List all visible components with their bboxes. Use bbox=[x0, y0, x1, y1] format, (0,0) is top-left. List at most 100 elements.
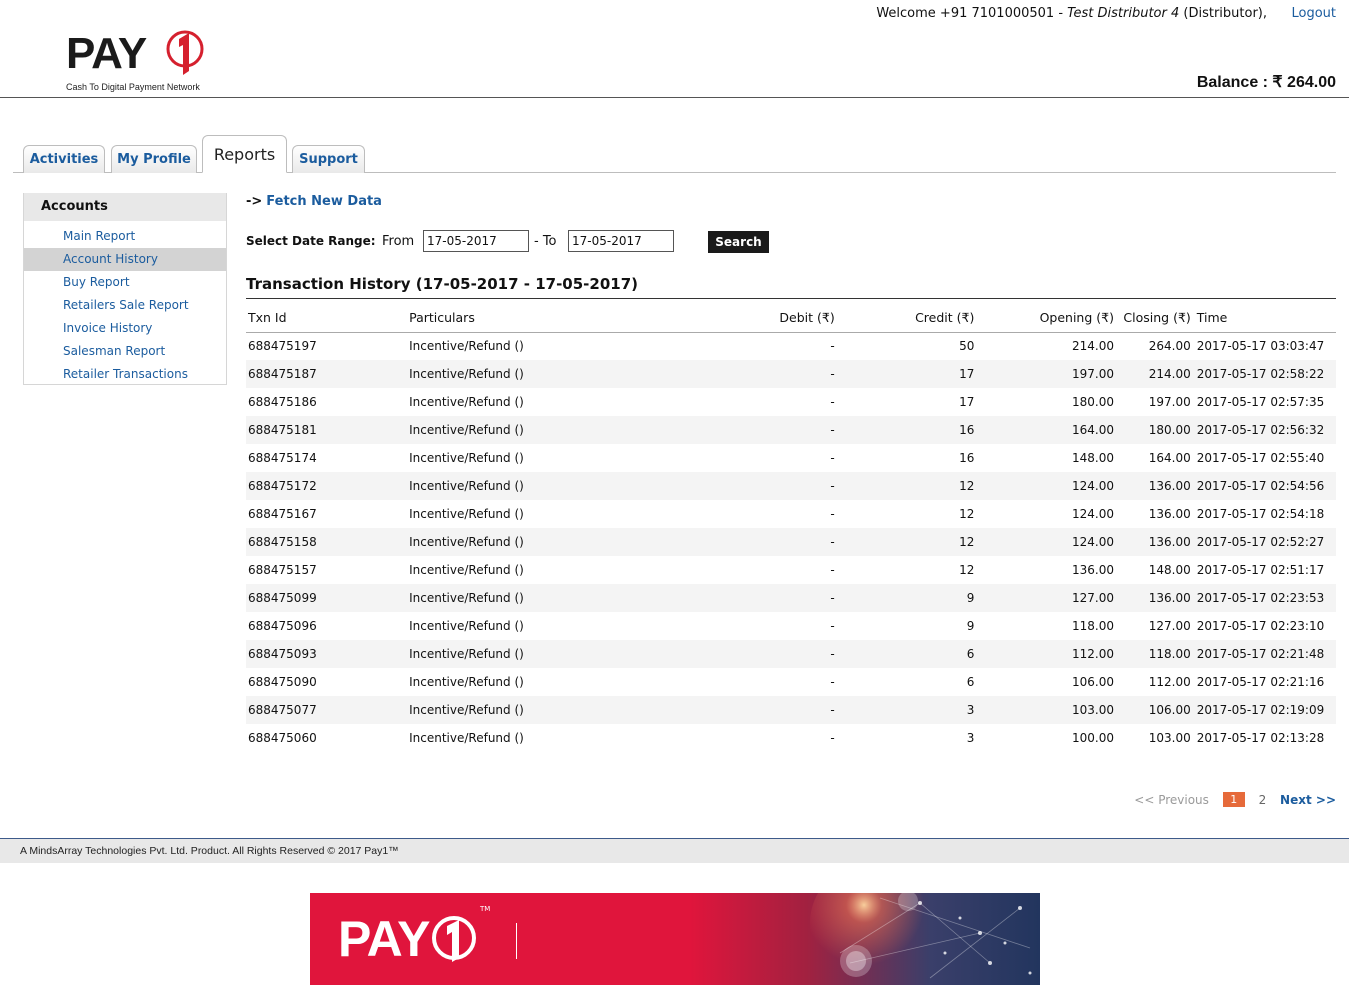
table-row: 688475167 Incentive/Refund () - 12 124.00 136… bbox=[246, 500, 1336, 528]
sidebar: Accounts Main Report Account History Buy… bbox=[23, 193, 227, 385]
cell-particulars: Incentive/Refund () bbox=[407, 640, 676, 668]
header: PAY Cash To Digital Payment Network Welc… bbox=[0, 0, 1349, 98]
table-title: Transaction History (17-05-2017 - 17-05-… bbox=[246, 275, 639, 293]
cell-debit: - bbox=[675, 472, 837, 500]
user-name: Test Distributor 4 bbox=[1067, 6, 1180, 21]
cell-time: 2017-05-17 02:13:28 bbox=[1196, 731, 1325, 745]
table-body: 688475197 Incentive/Refund () -50 214.00 264… bbox=[246, 332, 1336, 752]
cell-txn-id: 688475090 bbox=[248, 675, 317, 689]
promo-banner[interactable]: PAY TM bbox=[310, 893, 1040, 985]
cell-debit: - bbox=[675, 584, 837, 612]
pagination-previous: << Previous bbox=[1134, 792, 1209, 807]
cell-debit: - bbox=[830, 507, 835, 521]
cell-credit: 3 bbox=[966, 731, 975, 745]
cell-opening: 103.00 bbox=[976, 696, 1116, 724]
sidebar-item-retailer-transactions[interactable]: Retailer Transactions bbox=[24, 363, 226, 386]
cell-debit: - bbox=[830, 395, 835, 409]
cell-particulars: Incentive/Refund () bbox=[409, 619, 524, 633]
cell-closing: 127.00 bbox=[1148, 619, 1191, 633]
tab-support[interactable]: Support bbox=[292, 145, 365, 173]
table-row: 688475157 Incentive/Refund () - 12 136.00 148… bbox=[246, 556, 1336, 584]
cell-time: 2017-05-17 02:54:56 bbox=[1194, 472, 1336, 500]
cell-time: 2017-05-17 02:51:17 bbox=[1196, 563, 1325, 577]
cell-time: 2017-05-17 02:58:22 bbox=[1194, 360, 1336, 388]
banner-divider bbox=[516, 923, 517, 959]
col-time: Time bbox=[1194, 304, 1336, 333]
cell-credit: 16 bbox=[836, 416, 977, 444]
cell-txn-id: 688475077 bbox=[246, 696, 408, 724]
sidebar-heading: Accounts bbox=[24, 193, 226, 221]
date-range-form: Select Date Range: From - To Search bbox=[246, 230, 786, 254]
pay1-logo[interactable]: PAY Cash To Digital Payment Network bbox=[66, 24, 216, 96]
cell-closing: 136.00 bbox=[1148, 507, 1191, 521]
tab-reports[interactable]: Reports bbox=[202, 135, 287, 173]
cell-particulars: Incentive/Refund () bbox=[409, 451, 524, 465]
sidebar-item-buy-report[interactable]: Buy Report bbox=[24, 271, 226, 294]
fetch-new-data-link[interactable]: Fetch New Data bbox=[266, 194, 382, 209]
cell-closing: 103.00 bbox=[1148, 731, 1191, 745]
cell-closing: 180.00 bbox=[1115, 416, 1195, 444]
cell-opening: 124.00 bbox=[976, 528, 1116, 556]
cell-credit: 16 bbox=[959, 451, 975, 465]
sidebar-item-account-history[interactable]: Account History bbox=[24, 248, 226, 271]
table-title-divider bbox=[246, 298, 1336, 299]
cell-particulars: Incentive/Refund () bbox=[409, 339, 524, 354]
logo-one-icon bbox=[166, 30, 204, 75]
cell-time: 2017-05-17 02:23:53 bbox=[1194, 584, 1336, 612]
search-button[interactable]: Search bbox=[708, 231, 769, 253]
cell-time: 2017-05-17 02:23:10 bbox=[1196, 619, 1325, 633]
cell-txn-id: 688475186 bbox=[248, 395, 317, 409]
sidebar-item-invoice-history[interactable]: Invoice History bbox=[24, 317, 226, 340]
to-date-input[interactable] bbox=[568, 230, 674, 252]
cell-opening: 100.00 bbox=[1071, 731, 1114, 745]
cell-credit: 12 bbox=[959, 563, 975, 577]
table-row: 688475093 Incentive/Refund () -6 112.00 118.… bbox=[246, 640, 1336, 668]
cell-debit: - bbox=[830, 339, 835, 354]
to-label: - To bbox=[534, 234, 557, 249]
banner-logo-text: PAY bbox=[338, 913, 478, 965]
banner-tm: TM bbox=[480, 905, 491, 913]
cell-closing: 136.00 bbox=[1115, 584, 1195, 612]
main-tabs: Activities My Profile Reports Support bbox=[13, 134, 1336, 173]
cell-opening: 124.00 bbox=[976, 472, 1116, 500]
cell-closing: 197.00 bbox=[1148, 395, 1191, 409]
cell-txn-id: 688475093 bbox=[246, 640, 408, 668]
cell-credit: 9 bbox=[966, 619, 975, 633]
cell-txn-id: 688475167 bbox=[248, 507, 317, 521]
cell-txn-id: 688475181 bbox=[246, 416, 408, 444]
sidebar-item-salesman-report[interactable]: Salesman Report bbox=[24, 340, 226, 363]
col-debit: Debit (₹) bbox=[675, 304, 837, 333]
cell-credit: 50 bbox=[959, 339, 975, 354]
col-txn-id: Txn Id bbox=[246, 304, 408, 333]
logo-text: PAY bbox=[66, 29, 147, 78]
balance-display: Balance : ₹ 264.00 bbox=[1196, 74, 1336, 91]
from-label: From bbox=[382, 234, 415, 249]
pagination-page-2[interactable]: 2 bbox=[1259, 793, 1267, 807]
welcome-prefix: Welcome +91 7101000501 - bbox=[876, 6, 1068, 21]
pagination-next[interactable]: Next >> bbox=[1280, 793, 1336, 807]
cell-closing: 112.00 bbox=[1148, 675, 1191, 689]
cell-opening: 127.00 bbox=[976, 584, 1116, 612]
cell-credit: 17 bbox=[959, 395, 975, 409]
tab-my-profile[interactable]: My Profile bbox=[111, 145, 197, 173]
welcome-text: Welcome +91 7101000501 - Test Distributo… bbox=[876, 6, 1267, 21]
logout-link[interactable]: Logout bbox=[1291, 6, 1336, 21]
cell-particulars: Incentive/Refund () bbox=[407, 416, 676, 444]
tab-activities[interactable]: Activities bbox=[23, 145, 105, 173]
cell-txn-id: 688475187 bbox=[246, 360, 408, 388]
fetch-new-data[interactable]: -> Fetch New Data bbox=[246, 194, 382, 209]
sidebar-item-retailers-sale-report[interactable]: Retailers Sale Report bbox=[24, 294, 226, 317]
cell-opening: 214.00 bbox=[1071, 339, 1114, 354]
from-date-input[interactable] bbox=[423, 230, 529, 252]
table-row: 688475187 Incentive/Refund () -17 197.00 214… bbox=[246, 360, 1336, 388]
cell-opening: 124.00 bbox=[1071, 507, 1114, 521]
cell-closing: 136.00 bbox=[1115, 472, 1195, 500]
cell-time: 2017-05-17 02:54:18 bbox=[1196, 507, 1325, 521]
banner-logo-one-icon bbox=[431, 916, 476, 962]
cell-debit: - bbox=[675, 360, 837, 388]
col-opening: Opening (₹) bbox=[976, 304, 1116, 333]
fetch-arrow: -> bbox=[246, 194, 263, 209]
table-row: 688475099 Incentive/Refund () -9 127.00 136.… bbox=[246, 584, 1336, 612]
sidebar-item-main-report[interactable]: Main Report bbox=[24, 225, 226, 248]
table-row: 688475060 Incentive/Refund () - 3 100.00 103.… bbox=[246, 724, 1336, 752]
